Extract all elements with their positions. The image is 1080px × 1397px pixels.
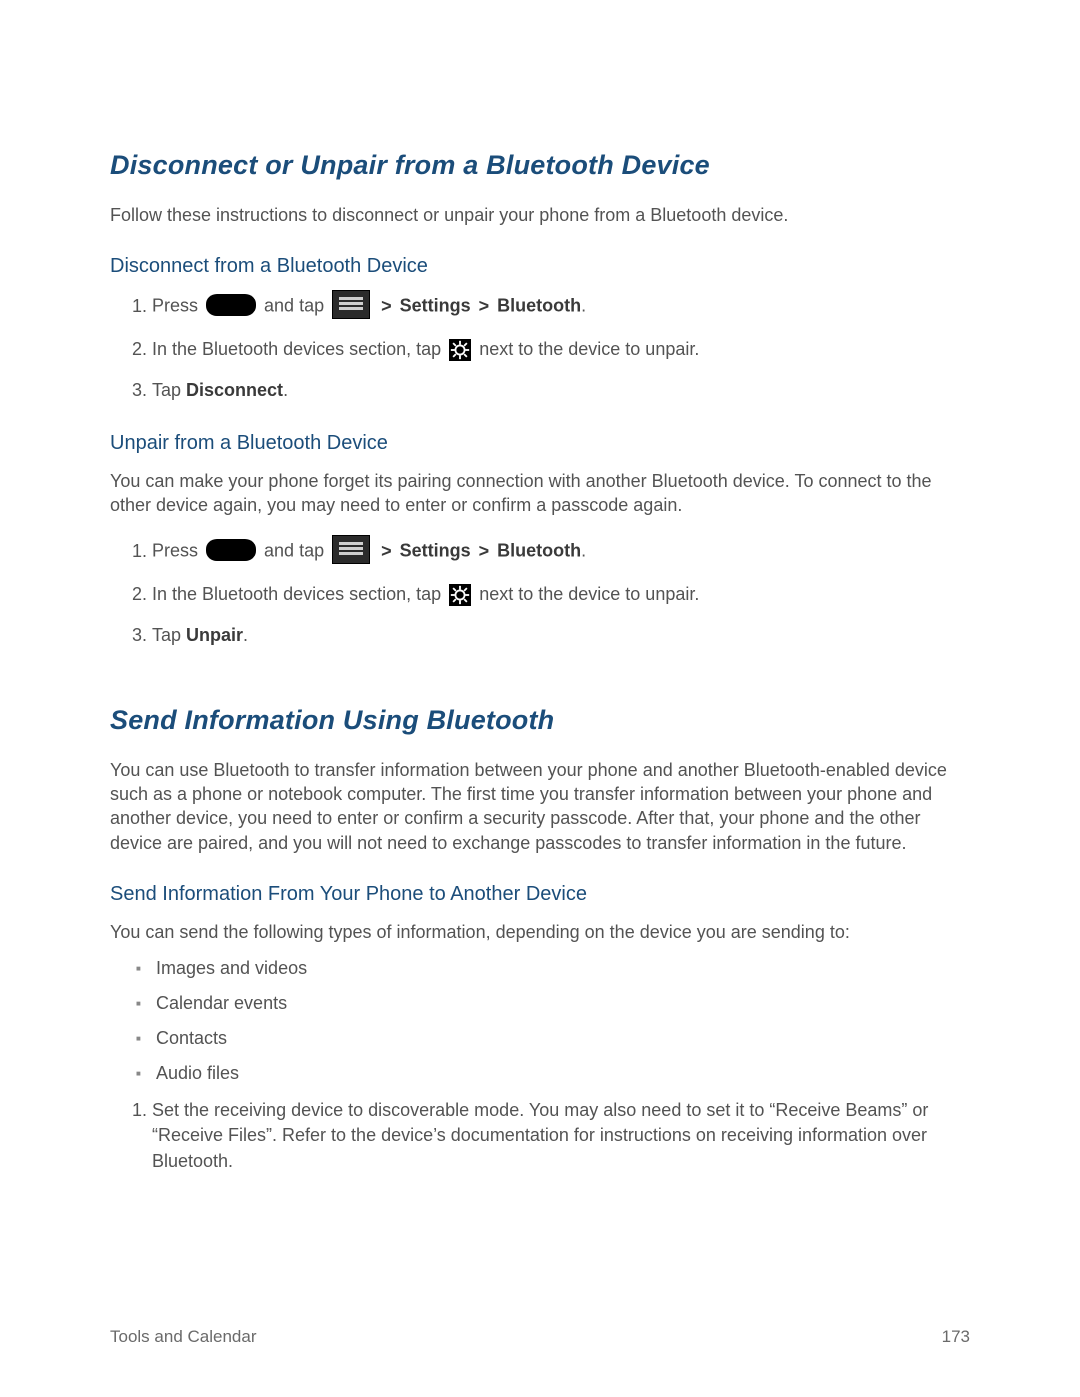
menu-icon — [332, 535, 370, 564]
page-footer: Tools and Calendar 173 — [110, 1327, 970, 1347]
list-item: Images and videos — [156, 958, 970, 979]
settings-label: Settings — [400, 541, 471, 561]
settings-label: Settings — [400, 296, 471, 316]
step-text: . — [243, 625, 248, 645]
step-1: Set the receiving device to discoverable… — [152, 1098, 970, 1174]
step-text: and tap — [264, 296, 329, 316]
breadcrumb-separator: > — [381, 541, 397, 561]
gear-icon — [449, 584, 471, 606]
heading-unpair: Unpair from a Bluetooth Device — [110, 432, 970, 455]
step-text: In the Bluetooth devices section, tap — [152, 339, 446, 359]
disconnect-steps: Press and tap > Settings > Bluetooth. In… — [110, 292, 970, 403]
intro-paragraph: Follow these instructions to disconnect … — [110, 203, 970, 227]
breadcrumb-separator: > — [479, 541, 495, 561]
step-text: . — [581, 296, 586, 316]
heading-disconnect-unpair: Disconnect or Unpair from a Bluetooth De… — [110, 150, 970, 181]
breadcrumb-separator: > — [381, 296, 397, 316]
send-info-intro: You can use Bluetooth to transfer inform… — [110, 758, 970, 855]
step-text: Tap — [152, 380, 186, 400]
info-types-list: Images and videos Calendar events Contac… — [110, 958, 970, 1084]
send-steps: Set the receiving device to discoverable… — [110, 1098, 970, 1174]
home-button-icon — [206, 294, 256, 316]
step-text: . — [283, 380, 288, 400]
breadcrumb-separator: > — [479, 296, 495, 316]
document-page: Disconnect or Unpair from a Bluetooth De… — [0, 0, 1080, 1397]
home-button-icon — [206, 539, 256, 561]
step-2: In the Bluetooth devices section, tap ne… — [152, 337, 970, 362]
gear-icon — [449, 339, 471, 361]
step-text: and tap — [264, 541, 329, 561]
unpair-label: Unpair — [186, 625, 243, 645]
step-text: . — [581, 541, 586, 561]
step-3: Tap Unpair. — [152, 623, 970, 648]
list-item: Audio files — [156, 1063, 970, 1084]
step-2: In the Bluetooth devices section, tap ne… — [152, 582, 970, 607]
list-item: Contacts — [156, 1028, 970, 1049]
unpair-intro: You can make your phone forget its pairi… — [110, 469, 970, 518]
step-1: Press and tap > Settings > Bluetooth. — [152, 537, 970, 566]
step-text: Press — [152, 296, 203, 316]
list-item: Calendar events — [156, 993, 970, 1014]
bluetooth-label: Bluetooth — [497, 296, 581, 316]
disconnect-label: Disconnect — [186, 380, 283, 400]
unpair-steps: Press and tap > Settings > Bluetooth. In… — [110, 537, 970, 648]
step-text: Tap — [152, 625, 186, 645]
step-text: next to the device to unpair. — [479, 339, 699, 359]
step-3: Tap Disconnect. — [152, 378, 970, 403]
heading-disconnect: Disconnect from a Bluetooth Device — [110, 255, 970, 278]
send-types-intro: You can send the following types of info… — [110, 920, 970, 944]
bluetooth-label: Bluetooth — [497, 541, 581, 561]
menu-icon — [332, 290, 370, 319]
step-text: next to the device to unpair. — [479, 584, 699, 604]
heading-send-to-device: Send Information From Your Phone to Anot… — [110, 883, 970, 906]
footer-page-number: 173 — [942, 1327, 970, 1347]
step-text: Press — [152, 541, 203, 561]
step-1: Press and tap > Settings > Bluetooth. — [152, 292, 970, 321]
heading-send-info: Send Information Using Bluetooth — [110, 705, 970, 736]
footer-section-title: Tools and Calendar — [110, 1327, 256, 1347]
step-text: In the Bluetooth devices section, tap — [152, 584, 446, 604]
